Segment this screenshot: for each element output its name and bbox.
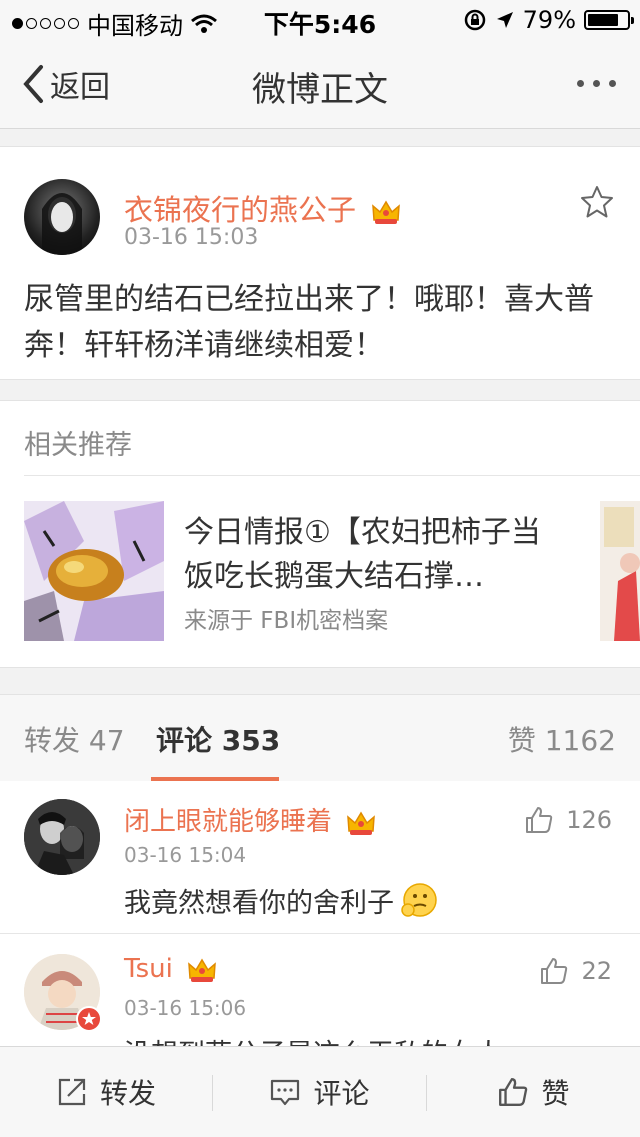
navigation-bar: 返回 微博正文 <box>0 40 640 129</box>
tab-comment[interactable]: 评论 353 <box>156 719 280 759</box>
next-recommend-thumbnail[interactable] <box>600 501 640 641</box>
battery-icon <box>584 10 634 30</box>
location-icon <box>496 12 513 28</box>
comment-time: 03-16 15:06 <box>124 996 247 1020</box>
comment-label: 评论 <box>313 1077 370 1110</box>
comment-button[interactable]: 评论 <box>213 1047 426 1137</box>
author-name-text: 衣锦夜行的燕公子 <box>124 193 357 227</box>
divider <box>24 475 640 476</box>
comment-item[interactable]: 闭上眼就能够睡着 03-16 15:04 126 我竟然想看你的舍利子 <box>0 781 640 934</box>
verified-badge-icon <box>76 1006 102 1032</box>
comment-bubble-icon <box>271 1079 300 1106</box>
more-icon[interactable] <box>577 80 616 87</box>
thumbs-up-icon <box>526 807 553 833</box>
like-label: 赞 <box>541 1077 570 1110</box>
rotation-lock-icon <box>464 9 485 31</box>
thumbs-up-icon <box>499 1078 528 1106</box>
comment-item[interactable]: Tsui 03-16 15:06 22 没想到燕公子是这么无私的女人 <box>0 934 640 1047</box>
post-time: 03-16 15:03 <box>124 225 259 250</box>
thumbnail-image-2 <box>600 501 640 641</box>
comment-like-button[interactable]: 126 <box>524 805 612 835</box>
commenter-name[interactable]: Tsui <box>124 954 217 984</box>
vip-crown-icon <box>347 811 376 835</box>
battery-percent: 79% <box>522 6 576 34</box>
comment-tabs: 转发 47 评论 353 赞 1162 <box>0 694 640 782</box>
comment-text: 我竟然想看你的舍利子 <box>124 881 438 920</box>
share-icon <box>58 1078 86 1106</box>
comment-text: 没想到燕公子是这么无私的女人 <box>124 1032 502 1046</box>
recommend-card: 相关推荐 今日情报①【农妇把柿子当饭吃长鹅蛋大结石撑… 来源于 FBI机密档案 <box>0 400 640 668</box>
repost-label: 转发 <box>99 1077 156 1110</box>
post-text: 尿管里的结石已经拉出来了！哦耶！喜大普奔！轩轩杨洋请继续相爱！ <box>24 282 594 363</box>
comment-like-button[interactable]: 22 <box>539 956 612 986</box>
recommend-label: 相关推荐 <box>24 430 132 461</box>
avatar-image <box>24 799 100 875</box>
comment-time: 03-16 15:04 <box>124 843 247 867</box>
recommend-title[interactable]: 今日情报①【农妇把柿子当饭吃长鹅蛋大结石撑… <box>184 511 544 599</box>
favorite-star-icon[interactable] <box>580 185 614 219</box>
status-right: 79% <box>463 6 634 34</box>
commenter-name[interactable]: 闭上眼就能够睡着 <box>124 801 376 838</box>
comment-like-count: 126 <box>566 806 612 834</box>
thinking-emoji-icon <box>401 882 437 917</box>
battery-level <box>588 14 619 26</box>
commenter-name-text: 闭上眼就能够睡着 <box>124 807 333 837</box>
comment-like-count: 22 <box>581 957 612 985</box>
vip-crown-icon <box>372 200 401 224</box>
recommend-source: 来源于 FBI机密档案 <box>184 608 389 634</box>
tab-repost[interactable]: 转发 47 <box>24 719 125 759</box>
recommend-thumbnail[interactable] <box>24 501 164 641</box>
thumbnail-image <box>24 501 164 641</box>
post-card: 衣锦夜行的燕公子 03-16 15:03 尿管里的结石已经拉出来了！哦耶！喜大普… <box>0 146 640 380</box>
thumbs-up-icon <box>541 958 568 984</box>
status-bar: 中国移动 下午5:46 79% <box>0 0 640 40</box>
author-name[interactable]: 衣锦夜行的燕公子 <box>124 187 401 229</box>
commenter-avatar[interactable] <box>24 954 102 1032</box>
avatar-image <box>42 193 82 255</box>
bottom-toolbar: 转发 评论 赞 <box>0 1046 640 1137</box>
author-avatar[interactable] <box>24 179 100 255</box>
page-title: 微博正文 <box>252 70 388 110</box>
tab-like[interactable]: 赞 1162 <box>508 719 616 759</box>
vip-crown-icon <box>188 958 216 982</box>
comment-text-content: 我竟然想看你的舍利子 <box>124 888 394 919</box>
like-button[interactable]: 赞 <box>427 1047 640 1137</box>
repost-button[interactable]: 转发 <box>0 1047 212 1137</box>
commenter-name-text: Tsui <box>124 954 173 984</box>
commenter-avatar[interactable] <box>24 799 100 875</box>
